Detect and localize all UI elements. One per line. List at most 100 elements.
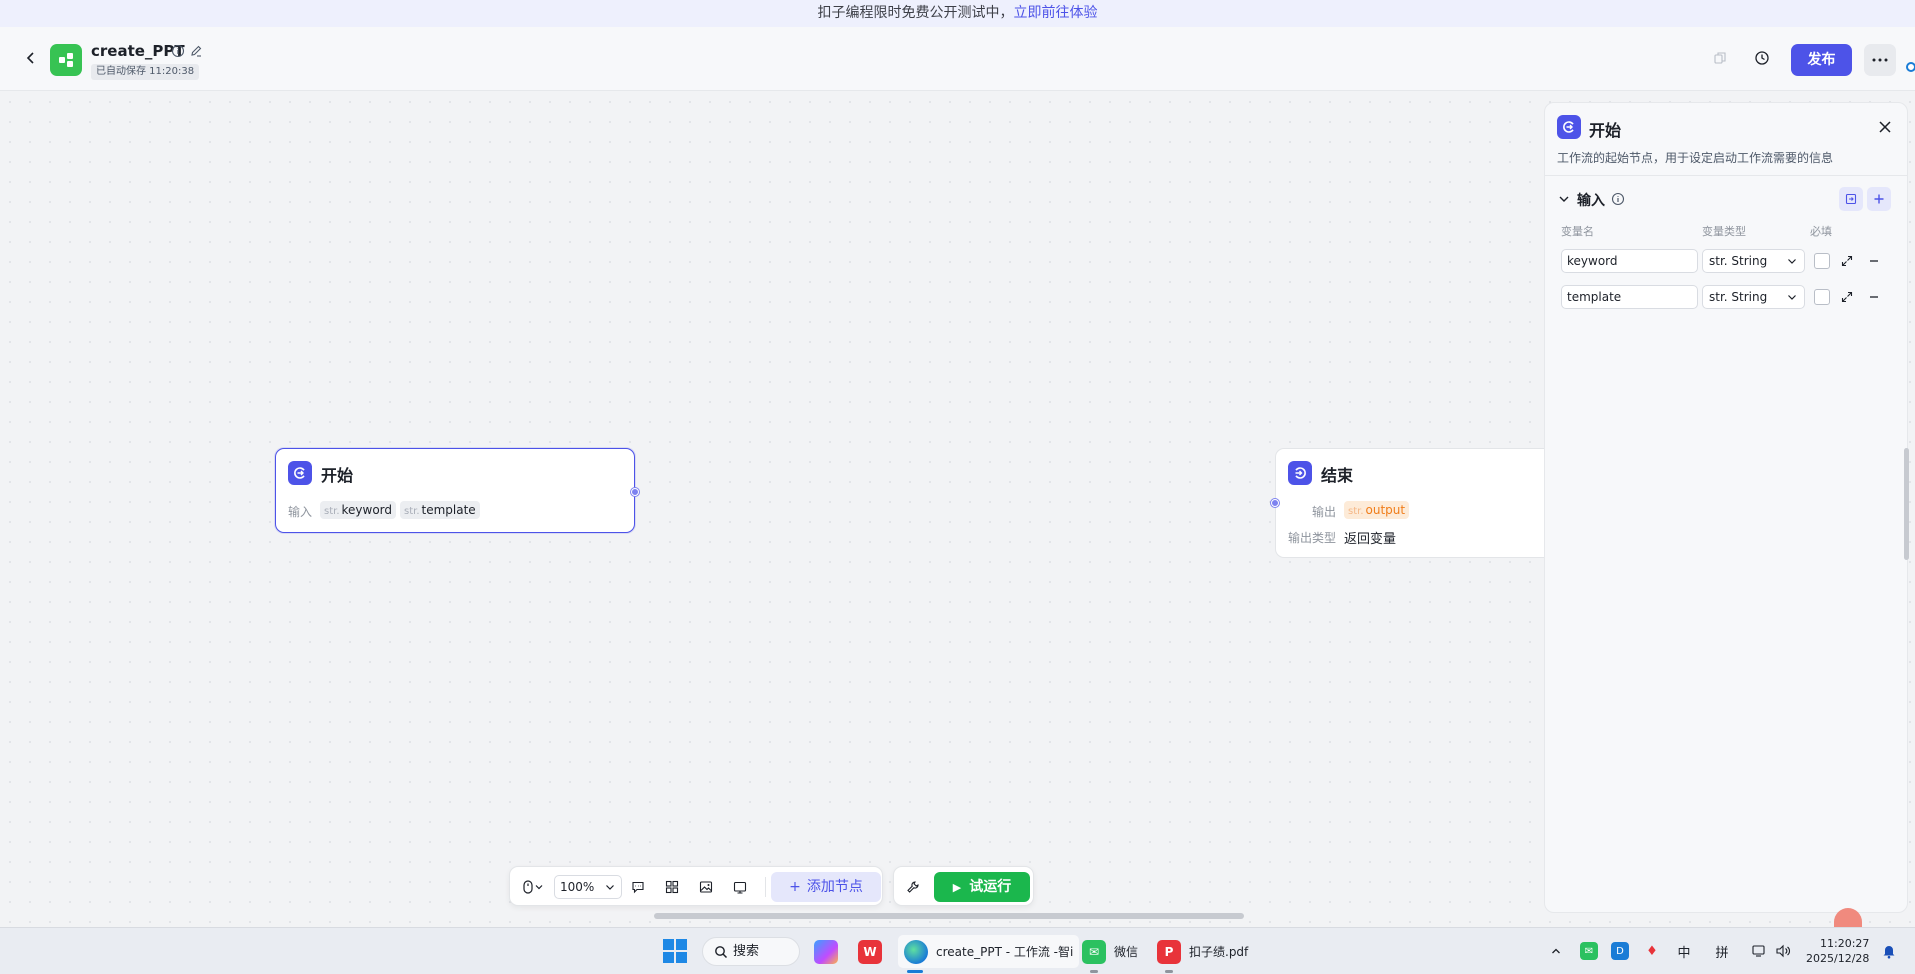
history-icon (1755, 51, 1769, 65)
import-variables-button[interactable] (1839, 187, 1863, 211)
tag-name: template (421, 503, 476, 517)
start-icon (1563, 121, 1574, 133)
running-indicator (1165, 970, 1173, 973)
test-run-label: 试运行 (969, 879, 1012, 895)
ime-language[interactable]: 中 (1675, 942, 1693, 961)
zoom-select[interactable]: 100% (554, 875, 622, 899)
taskbar-wechat[interactable]: ✉ 微信 (1082, 935, 1138, 968)
input-section-title: 输入 (1577, 193, 1605, 209)
variable-name-input[interactable]: keyword (1561, 249, 1698, 273)
variable-name-input[interactable]: template (1561, 285, 1698, 309)
end-output-label: 输出 (1312, 505, 1337, 519)
edit-icon[interactable] (189, 44, 203, 58)
panel-divider (1545, 175, 1907, 176)
ime-mode[interactable]: 拼 (1713, 942, 1731, 961)
notification-bell-icon[interactable] (1880, 942, 1898, 960)
tag-name: keyword (341, 503, 393, 517)
end-output-tag: str. output (1344, 501, 1410, 519)
wechat-tray-icon[interactable]: ✉ (1580, 942, 1598, 960)
end-input-port[interactable] (1271, 499, 1279, 507)
workflow-logo (50, 44, 82, 76)
variable-type-select[interactable]: str. String (1702, 249, 1805, 273)
minus-icon (1870, 260, 1878, 262)
required-checkbox[interactable] (1814, 253, 1830, 269)
column-header-type: 变量类型 (1702, 225, 1746, 238)
toolbar-divider (765, 877, 766, 897)
minimap-button[interactable] (695, 876, 717, 898)
expand-button[interactable] (1839, 289, 1855, 305)
fit-view-button[interactable] (729, 876, 751, 898)
run-toolbar: ▶ 试运行 (893, 866, 1034, 906)
dingtalk-tray-icon[interactable]: D (1611, 942, 1629, 960)
info-icon[interactable] (171, 44, 185, 58)
column-header-required: 必填 (1810, 225, 1832, 238)
taskbar-edge-window[interactable]: create_PPT - 工作流 -智i (898, 935, 1080, 968)
comment-button[interactable] (627, 876, 649, 898)
publish-button[interactable]: 发布 (1791, 44, 1852, 76)
history-button[interactable] (1749, 45, 1775, 71)
wrench-icon (907, 881, 919, 893)
more-button[interactable] (1864, 44, 1896, 76)
info-icon[interactable] (1611, 192, 1625, 206)
more-horizontal-icon (1872, 58, 1888, 62)
chevron-down-icon[interactable] (1557, 192, 1571, 206)
expand-button[interactable] (1839, 253, 1855, 269)
banner-link[interactable]: 立即前往体验 (1014, 5, 1098, 21)
vertical-scrollbar[interactable] (1904, 448, 1909, 560)
taskbar-search-label: 搜索 (733, 944, 760, 959)
required-checkbox[interactable] (1814, 289, 1830, 305)
workflow-icon (59, 53, 73, 67)
expand-icon (1841, 255, 1853, 267)
add-node-label: 添加节点 (806, 879, 863, 895)
network-icon[interactable] (1751, 942, 1769, 960)
interaction-mode-button[interactable] (518, 876, 548, 898)
start-input-label: 输入 (288, 505, 313, 519)
start-node[interactable]: 开始 输入 str. keyword str. template (275, 448, 639, 533)
windows-taskbar: 搜索 W create_PPT - 工作流 -智i ✉ 微信 P 扣子绩.pdf… (0, 927, 1915, 974)
add-node-button[interactable]: + 添加节点 (771, 872, 881, 902)
scroll-knob[interactable] (1906, 62, 1915, 72)
debug-tools-button[interactable] (902, 876, 924, 898)
windows-start-icon[interactable] (663, 939, 687, 963)
taskbar-search[interactable]: 搜索 (702, 937, 800, 966)
system-clock[interactable]: 11:20:27 2025/12/28 (1806, 936, 1869, 966)
plus-icon (1874, 194, 1884, 204)
start-icon (294, 467, 305, 479)
panel-node-icon (1557, 115, 1581, 139)
back-button[interactable] (20, 47, 42, 69)
chevron-up-icon[interactable] (1547, 942, 1565, 960)
clock-date: 2025/12/28 (1806, 952, 1870, 965)
end-icon (1295, 467, 1306, 479)
add-variable-button[interactable] (1867, 187, 1891, 211)
start-node-title: 开始 (321, 466, 354, 485)
mouse-icon (523, 880, 543, 894)
edge-icon (904, 939, 928, 964)
copy-button[interactable] (1707, 45, 1733, 71)
variable-type-value: str. String (1709, 254, 1768, 268)
remove-variable-button[interactable] (1866, 253, 1882, 269)
workflow-header: create_PPT 已自动保存 11:20:38 发布 (0, 27, 1915, 91)
remove-variable-button[interactable] (1866, 289, 1882, 305)
active-window-indicator (907, 970, 923, 973)
start-output-port[interactable] (631, 488, 639, 496)
security-tray-icon[interactable]: ♦ (1643, 942, 1661, 960)
volume-icon[interactable] (1774, 942, 1792, 960)
horizontal-scrollbar[interactable] (654, 913, 1244, 919)
assistant-avatar[interactable] (1834, 908, 1862, 928)
variable-type-value: str. String (1709, 290, 1768, 304)
end-node[interactable]: 结束 输出 str. output 输出类型 返回变量 (1271, 448, 1545, 558)
zoom-value: 100% (560, 880, 595, 894)
taskbar-wps[interactable]: W (858, 935, 882, 968)
chevron-down-icon (606, 885, 614, 890)
panel-close-button[interactable] (1875, 117, 1895, 137)
test-run-button[interactable]: ▶ 试运行 (934, 872, 1030, 902)
close-icon (1879, 121, 1891, 133)
node-config-panel: 开始 工作流的起始节点，用于设定启动工作流需要的信息 输入 变量名 变量类型 必… (1544, 102, 1908, 913)
auto-layout-button[interactable] (661, 876, 683, 898)
taskbar-copilot[interactable] (814, 935, 838, 968)
taskbar-pdf[interactable]: P 扣子绩.pdf (1157, 935, 1248, 968)
variable-type-select[interactable]: str. String (1702, 285, 1805, 309)
end-node-icon (1288, 461, 1312, 485)
minus-icon (1870, 296, 1878, 298)
comment-icon (632, 881, 644, 894)
